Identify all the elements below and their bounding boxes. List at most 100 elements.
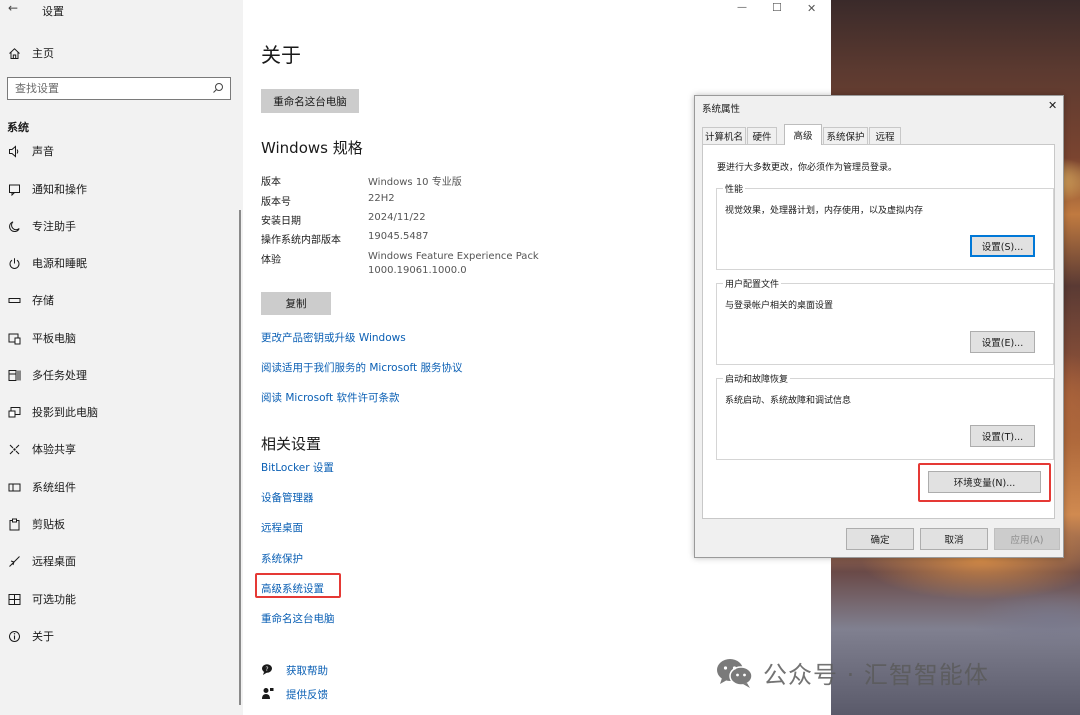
sidebar-item-label: 声音 [32,145,54,158]
sidebar-item-label: 剪贴板 [32,518,65,531]
optional-features-icon [7,592,21,606]
sidebar-item-label: 存储 [32,294,54,307]
sidebar-item-remote-desktop[interactable]: 远程桌面 [0,543,243,579]
link-license-terms[interactable]: 阅读 Microsoft 软件许可条款 [261,390,399,405]
sidebar-item-system-components[interactable]: 系统组件 [0,469,243,505]
link-bitlocker[interactable]: BitLocker 设置 [261,460,334,475]
dialog-close-button[interactable]: ✕ [1048,99,1057,112]
link-system-protection[interactable]: 系统保护 [261,551,303,566]
sidebar-item-multitasking[interactable]: 多任务处理 [0,357,243,393]
sidebar-item-label: 通知和操作 [32,183,87,196]
user-profiles-settings-button[interactable]: 设置(E)... [970,331,1035,353]
wechat-icon [715,657,755,689]
sidebar-item-projecting[interactable]: 投影到此电脑 [0,394,243,430]
group-description: 系统启动、系统故障和调试信息 [725,396,852,406]
power-icon [7,256,21,270]
tab-hardware[interactable]: 硬件 [747,127,777,144]
link-device-manager[interactable]: 设备管理器 [261,490,314,505]
highlight-environment-variables [918,463,1051,502]
user-profiles-group: 用户配置文件 与登录帐户相关的桌面设置 设置(E)... [716,277,1054,365]
tab-advanced[interactable]: 高级 [784,124,822,145]
sidebar-item-clipboard[interactable]: 剪贴板 [0,506,243,542]
components-icon [7,480,21,494]
cancel-button[interactable]: 取消 [920,528,988,550]
admin-note: 要进行大多数更改，你必须作为管理员登录。 [717,163,898,173]
back-button[interactable]: ← [8,1,18,15]
group-description: 与登录帐户相关的桌面设置 [725,301,834,311]
get-help-link[interactable]: 获取帮助 [286,663,328,678]
sidebar-section-title: 系统 [7,121,29,134]
sidebar-clip-region: 声音 [0,140,243,160]
sidebar-item-label: 体验共享 [32,443,76,456]
advanced-tab-panel: 要进行大多数更改，你必须作为管理员登录。 性能 视觉效果，处理器计划，内存使用，… [702,144,1055,519]
info-icon [7,629,21,643]
performance-group: 性能 视觉效果，处理器计划，内存使用，以及虚拟内存 设置(S)... [716,182,1054,270]
startup-recovery-group: 启动和故障恢复 系统启动、系统故障和调试信息 设置(T)... [716,372,1054,460]
sidebar-item-about[interactable]: 关于 [0,618,243,654]
maximize-button[interactable]: ☐ [772,1,782,14]
give-feedback-link[interactable]: 提供反馈 [286,687,328,702]
startup-recovery-settings-button[interactable]: 设置(T)... [970,425,1035,447]
sidebar-scrollbar[interactable] [239,210,241,705]
performance-settings-button[interactable]: 设置(S)... [970,235,1035,257]
tab-remote[interactable]: 远程 [869,127,901,144]
minimize-button[interactable]: — [737,2,747,13]
sidebar-item-power-sleep[interactable]: 电源和睡眠 [0,245,243,281]
tab-system-protection[interactable]: 系统保护 [823,127,868,144]
sidebar-item-home[interactable]: 主页 [0,35,243,71]
spec-value: Windows 10 专业版 [368,177,462,188]
storage-icon [7,293,21,307]
rename-pc-button[interactable]: 重命名这台电脑 [261,89,359,113]
sidebar-item-shared-experiences[interactable]: 体验共享 [0,431,243,467]
sidebar-item-optional-features[interactable]: 可选功能 [0,581,243,617]
clipboard-icon [7,517,21,531]
group-description: 视觉效果，处理器计划，内存使用，以及虚拟内存 [725,206,924,216]
watermark-text: 公众号 · 汇智智能体 [763,661,989,689]
multitasking-icon [7,368,21,382]
link-remote-desktop[interactable]: 远程桌面 [261,520,303,535]
sidebar-item-notifications[interactable]: 通知和操作 [0,171,243,207]
link-rename-pc[interactable]: 重命名这台电脑 [261,611,335,626]
sidebar-item-label: 关于 [32,630,54,643]
dialog-title: 系统属性 [702,104,741,115]
share-icon [7,442,21,456]
sidebar-item-focus-assist[interactable]: 专注助手 [0,208,243,244]
spec-value: 22H2 [368,193,395,204]
spec-key: 操作系统内部版本 [261,235,341,246]
spec-value: 19045.5487 [368,231,429,242]
sidebar-item-label: 远程桌面 [32,555,76,568]
sidebar-item-tablet[interactable]: 平板电脑 [0,320,243,356]
link-change-product-key[interactable]: 更改产品密钥或升级 Windows [261,330,406,345]
copy-button[interactable]: 复制 [261,292,331,315]
speaker-icon [7,144,21,158]
sidebar-item-label: 投影到此电脑 [32,406,98,419]
tablet-icon [7,331,21,345]
spec-key: 版本号 [261,197,291,208]
tab-computer-name[interactable]: 计算机名 [702,127,746,144]
moon-icon [7,219,21,233]
search-input[interactable] [8,78,198,99]
system-properties-dialog: 系统属性 ✕ 计算机名 硬件 高级 系统保护 远程 要进行大多数更改，你必须作为… [694,95,1064,558]
group-title: 用户配置文件 [723,277,782,290]
feedback-icon [261,687,274,700]
apply-button[interactable]: 应用(A) [994,528,1060,550]
ok-button[interactable]: 确定 [846,528,914,550]
group-title: 启动和故障恢复 [723,372,791,385]
spec-key: 体验 [261,255,281,266]
spec-value: 2024/11/22 [368,212,426,223]
highlight-advanced-settings [255,573,341,598]
close-button[interactable]: ✕ [807,2,816,15]
link-service-agreement[interactable]: 阅读适用于我们服务的 Microsoft 服务协议 [261,360,462,375]
sidebar-home-label: 主页 [32,47,54,60]
sidebar-item-sound[interactable]: 声音 [0,140,243,160]
spec-key: 版本 [261,177,281,188]
remote-desktop-icon [7,554,21,568]
search-icon [212,82,224,94]
home-icon [7,46,21,60]
sidebar-item-label: 电源和睡眠 [32,257,87,270]
sidebar-item-storage[interactable]: 存储 [0,282,243,318]
search-box[interactable] [7,77,231,100]
page-title: 关于 [261,43,301,67]
sidebar-item-label: 可选功能 [32,593,76,606]
group-title: 性能 [723,182,746,195]
